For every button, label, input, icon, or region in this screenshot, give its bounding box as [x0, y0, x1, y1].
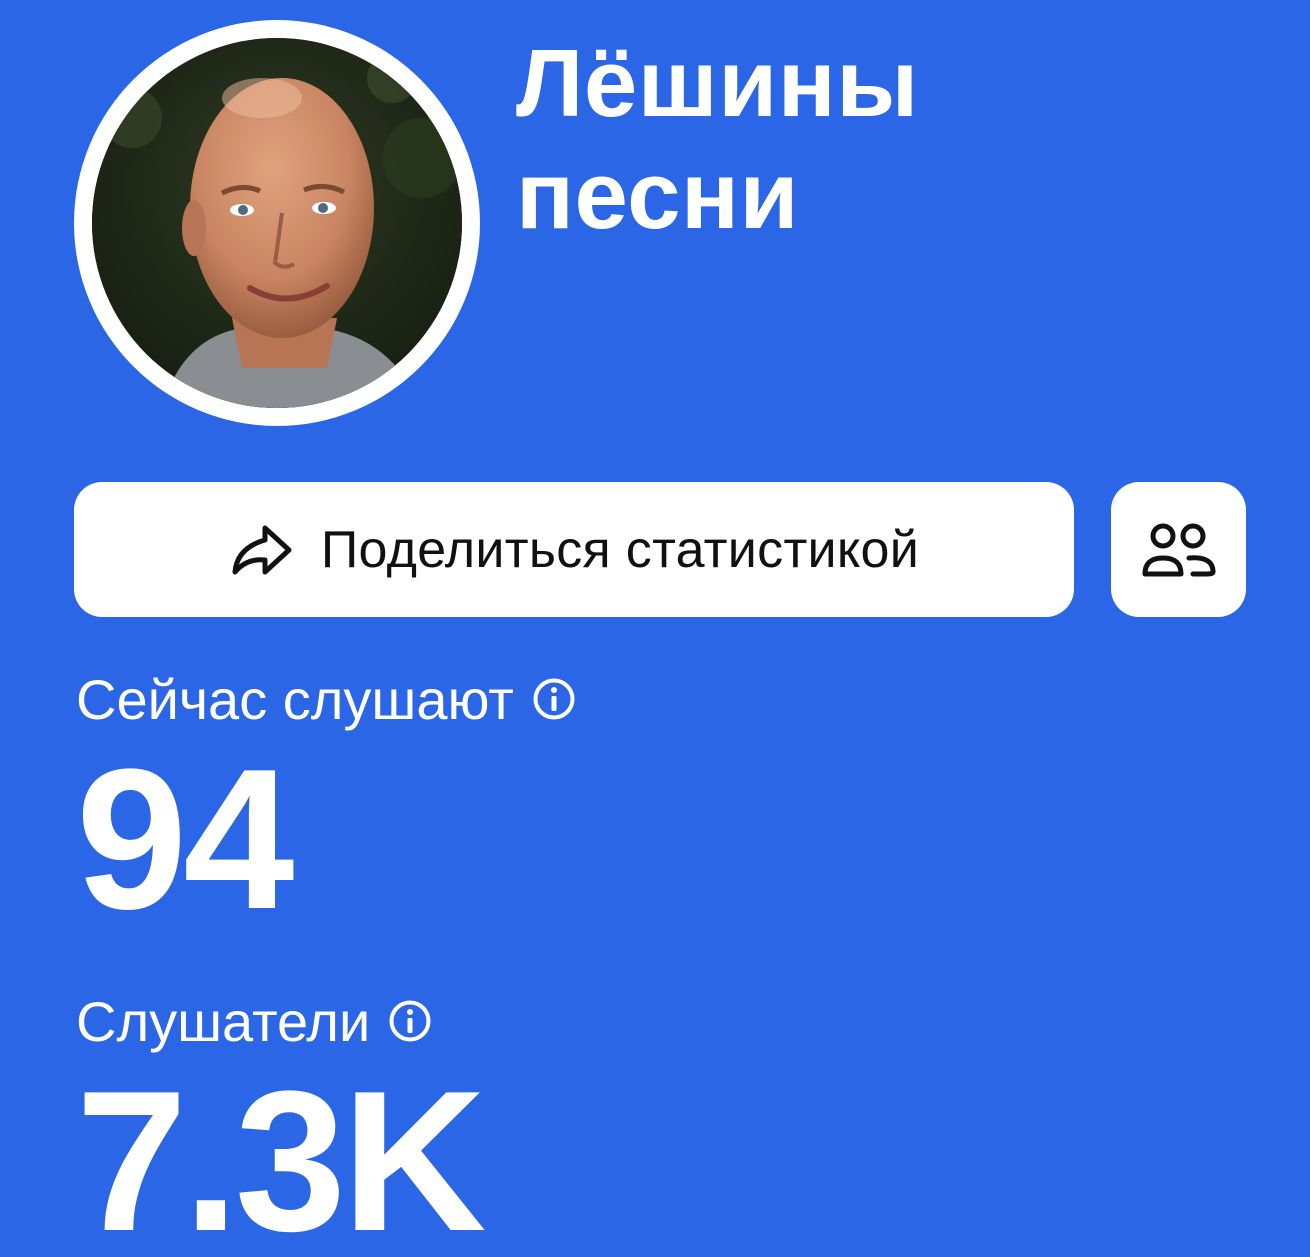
share-stats-button[interactable]: Поделиться статистикой [74, 482, 1074, 617]
now-listening-value: 94 [76, 728, 294, 951]
info-icon[interactable] [388, 999, 432, 1043]
listeners-text: Слушатели [76, 989, 371, 1053]
listeners-label: Слушатели [76, 986, 432, 1056]
share-arrow-icon [232, 525, 292, 574]
artist-avatar [74, 20, 480, 426]
artist-photo [92, 38, 462, 408]
listeners-value: 7.3K [76, 1050, 486, 1257]
now-listening-text: Сейчас слушают [76, 667, 514, 731]
artist-title: Лёшины песни [516, 28, 1216, 252]
share-stats-label: Поделиться статистикой [320, 520, 920, 579]
audience-button[interactable] [1111, 482, 1246, 617]
info-icon[interactable] [532, 677, 576, 721]
users-icon [1142, 523, 1215, 576]
artist-title-line-1: Лёшины [516, 30, 919, 137]
now-listening-label: Сейчас слушают [76, 664, 576, 734]
artist-stats-page: Лёшины песни Поделиться статистикой Сейч… [0, 0, 1310, 1257]
artist-title-line-2: песни [516, 142, 799, 249]
